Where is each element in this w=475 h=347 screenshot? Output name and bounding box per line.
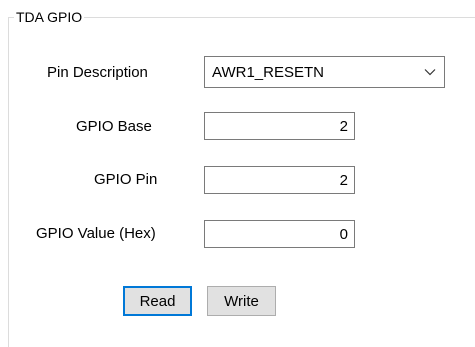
gpio-value-label: GPIO Value (Hex) (36, 225, 156, 242)
group-title: TDA GPIO (14, 9, 85, 25)
gpio-pin-label: GPIO Pin (94, 171, 158, 188)
pin-description-value: AWR1_RESETN (212, 63, 324, 81)
read-button[interactable]: Read (123, 286, 192, 316)
gpio-base-input[interactable]: 2 (204, 112, 355, 140)
gpio-pin-input[interactable]: 2 (204, 166, 355, 194)
chevron-down-icon[interactable] (416, 57, 444, 87)
gpio-value-input[interactable]: 0 (204, 220, 355, 248)
pin-description-select[interactable]: AWR1_RESETN (204, 56, 445, 88)
write-button[interactable]: Write (207, 286, 276, 316)
gpio-base-label: GPIO Base (76, 118, 152, 135)
pin-description-label: Pin Description (47, 64, 148, 81)
